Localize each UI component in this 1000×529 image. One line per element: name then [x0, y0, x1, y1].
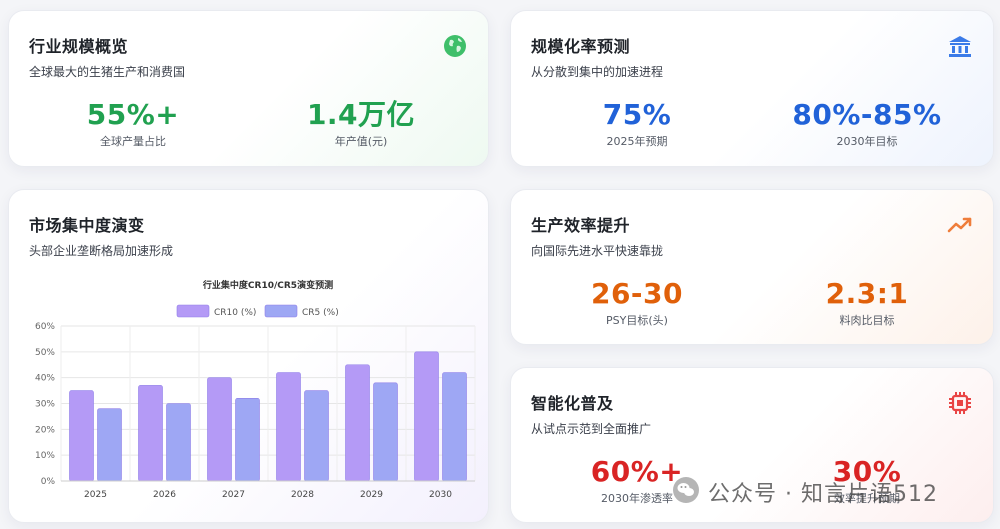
card-title: 生产效率提升 — [531, 216, 631, 235]
bar — [69, 390, 94, 482]
stat-scale-rate-2030: 80%-85% 2030年目标 — [767, 99, 967, 149]
stat-label: 年产值(元) — [334, 135, 388, 148]
stat-label: 料肉比目标 — [839, 314, 895, 327]
x-tick-label: 2027 — [222, 490, 245, 500]
y-tick-label: 50% — [35, 348, 55, 358]
card-title: 行业规模概览 — [29, 37, 129, 56]
stat-value: 55%+ — [86, 98, 180, 131]
stat-value: 80%-85% — [792, 98, 942, 131]
bar — [138, 385, 163, 482]
x-tick-label: 2025 — [84, 490, 107, 500]
stat-label: 2030年目标 — [836, 135, 898, 148]
trending-up-icon — [947, 217, 972, 233]
bank-icon — [949, 36, 971, 57]
stat-value: 2.3:1 — [825, 277, 909, 310]
bar — [373, 382, 398, 482]
concentration-bar-chart: 行业集中度CR10/CR5演变预测 CR10 (%) CR5 (%) 0% 10% 20%… — [35, 279, 476, 500]
stat-label: 2025年预期 — [606, 135, 668, 148]
card-subtitle: 向国际先进水平快速靠拢 — [531, 244, 664, 258]
x-tick-label: 2030 — [429, 490, 452, 500]
card-title: 智能化普及 — [531, 394, 614, 413]
bar — [97, 408, 122, 482]
bar — [166, 403, 191, 482]
bar — [345, 364, 370, 482]
bar — [304, 390, 329, 482]
card-subtitle: 头部企业垄断格局加速形成 — [29, 244, 174, 258]
y-tick-label: 30% — [35, 400, 55, 410]
stat-label: PSY目标(头) — [606, 314, 668, 327]
card-title: 市场集中度演变 — [29, 216, 145, 235]
chart-title: 行业集中度CR10/CR5演变预测 — [202, 279, 333, 291]
stat-global-share: 55%+ 全球产量占比 — [33, 99, 233, 149]
watermark: 公众号 · 知言片语512 — [672, 473, 982, 507]
bar — [442, 372, 467, 482]
stat-label: 全球产量占比 — [100, 135, 166, 148]
y-tick-label: 0% — [41, 477, 56, 487]
y-tick-label: 60% — [35, 322, 55, 332]
x-tick-label: 2029 — [360, 490, 383, 500]
bar — [235, 398, 260, 482]
x-tick-label: 2028 — [291, 490, 314, 500]
scale-rate-card: 规模化率预测 从分散到集中的加速进程 75% 2025年预期 80%-85% 2… — [510, 10, 994, 167]
chip-icon — [949, 392, 971, 414]
legend-swatch — [176, 304, 210, 318]
stat-scale-rate-2025: 75% 2025年预期 — [537, 99, 737, 149]
bar — [276, 372, 301, 482]
stat-psy-target: 26-30 PSY目标(头) — [537, 278, 737, 328]
card-subtitle: 从分散到集中的加速进程 — [531, 65, 664, 79]
wechat-logo-icon — [673, 477, 699, 503]
globe-icon — [444, 35, 466, 57]
stat-annual-output: 1.4万亿 年产值(元) — [261, 99, 461, 149]
card-subtitle: 全球最大的生猪生产和消费国 — [29, 65, 186, 79]
card-title: 规模化率预测 — [531, 37, 631, 56]
market-concentration-card: 市场集中度演变 头部企业垄断格局加速形成 行业集中度CR10/CR5演变预测 CR… — [8, 189, 489, 523]
y-tick-label: 40% — [35, 374, 55, 384]
y-tick-label: 10% — [35, 451, 55, 461]
legend-label: CR5 (%) — [302, 308, 339, 318]
efficiency-card: 生产效率提升 向国际先进水平快速靠拢 26-30 PSY目标(头) 2.3:1 … — [510, 189, 994, 345]
stat-value: 1.4万亿 — [306, 98, 416, 131]
watermark-text: 公众号 · 知言片语512 — [708, 482, 938, 507]
industry-scale-card: 行业规模概览 全球最大的生猪生产和消费国 55%+ 全球产量占比 1.4万亿 年… — [8, 10, 489, 167]
bar — [414, 351, 439, 482]
legend-swatch — [264, 304, 298, 318]
stat-value: 26-30 — [590, 277, 684, 310]
legend-label: CR10 (%) — [214, 308, 256, 318]
card-subtitle: 从试点示范到全面推广 — [531, 422, 652, 436]
y-tick-label: 20% — [35, 425, 55, 435]
bar — [207, 377, 232, 482]
stat-value: 75% — [602, 98, 672, 131]
x-tick-label: 2026 — [153, 490, 176, 500]
stat-feed-ratio: 2.3:1 料肉比目标 — [767, 278, 967, 328]
